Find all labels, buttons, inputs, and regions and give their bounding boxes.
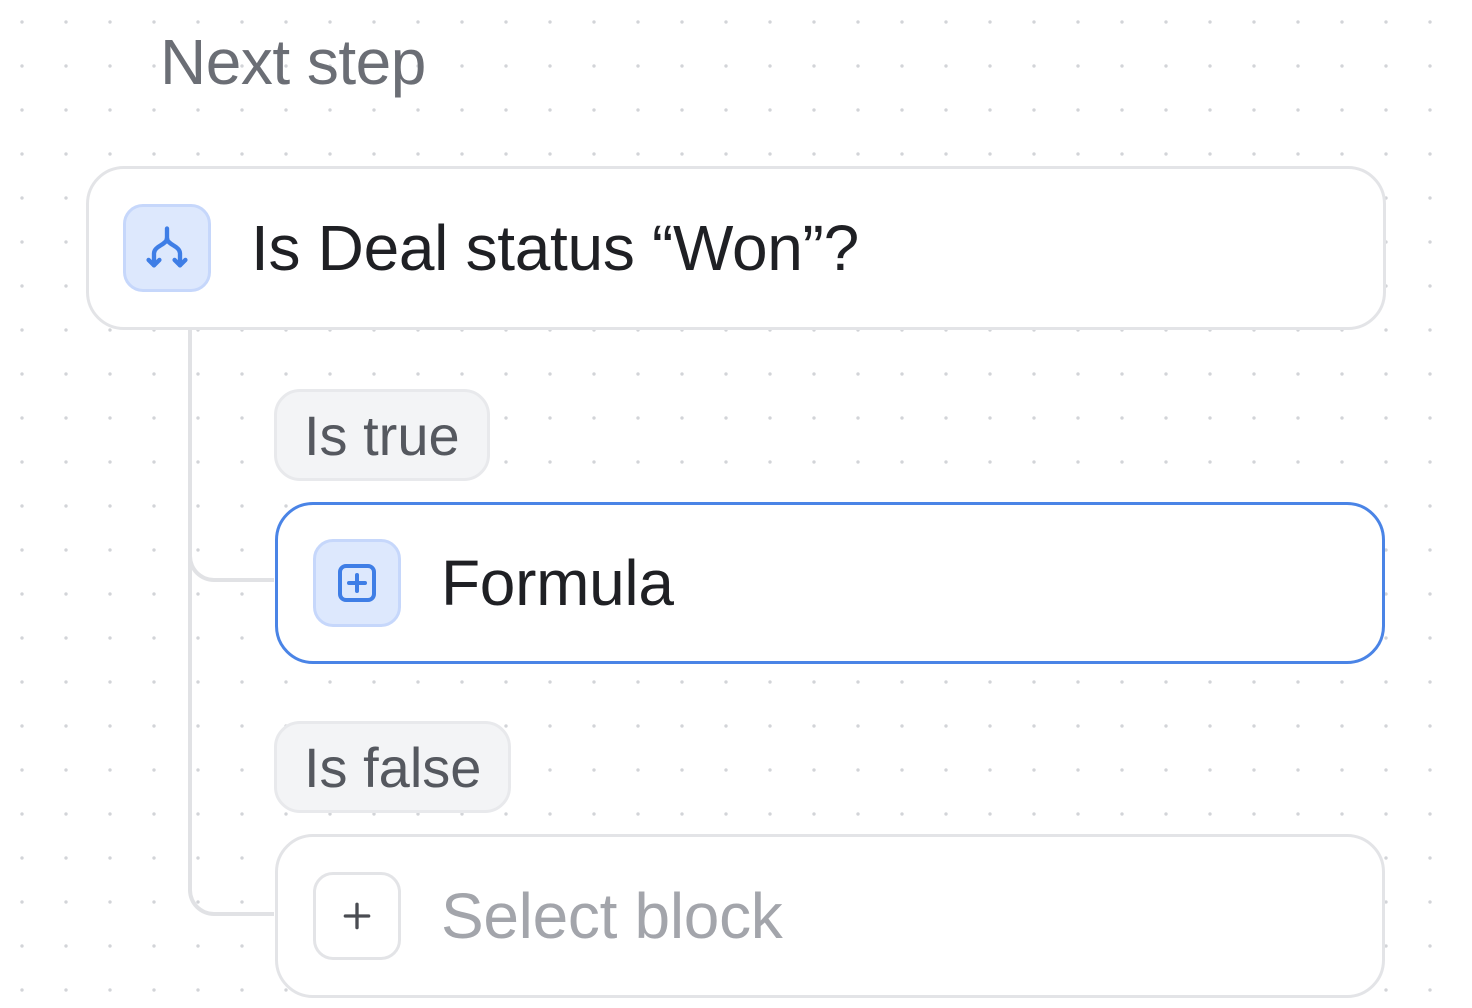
plus-icon	[313, 872, 401, 960]
select-block-placeholder[interactable]: Select block	[275, 834, 1385, 998]
formula-block[interactable]: Formula	[275, 502, 1385, 664]
section-title: Next step	[160, 26, 426, 98]
select-block-label: Select block	[441, 880, 783, 952]
formula-label: Formula	[441, 547, 674, 619]
branch-label-false-text: Is false	[304, 735, 482, 799]
branch-icon	[123, 204, 211, 292]
formula-icon	[313, 539, 401, 627]
branch-label-true-text: Is true	[304, 403, 460, 467]
branch-label-true: Is true	[274, 389, 490, 481]
condition-block[interactable]: Is Deal status “Won”?	[86, 166, 1386, 330]
branch-connector-false	[188, 330, 274, 916]
condition-label: Is Deal status “Won”?	[251, 212, 859, 284]
branch-label-false: Is false	[274, 721, 512, 813]
